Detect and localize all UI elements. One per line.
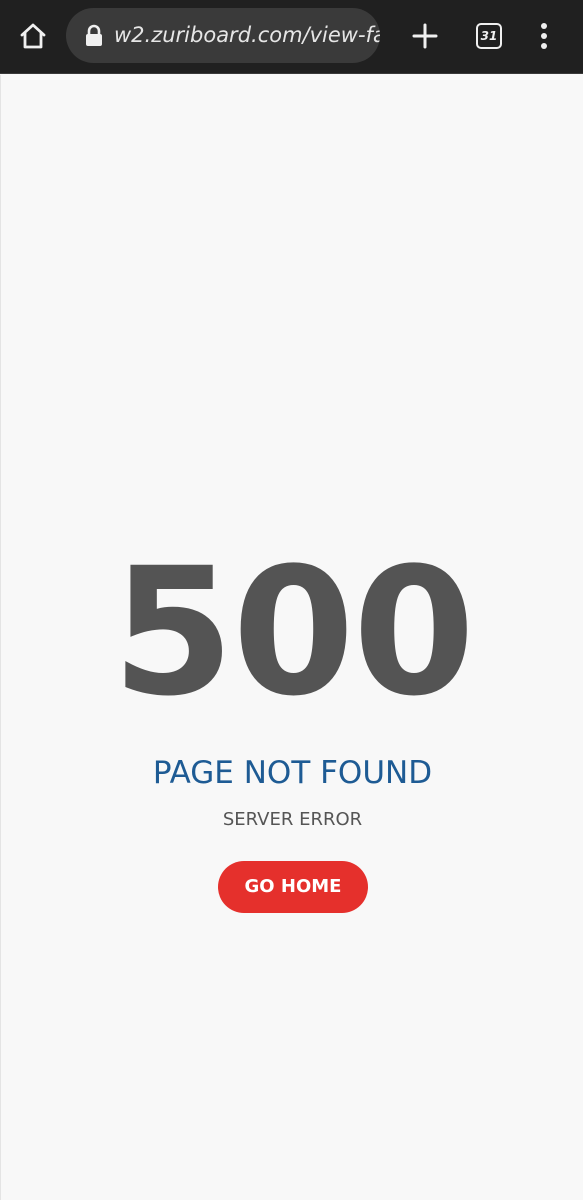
plus-icon bbox=[412, 23, 438, 49]
page-content: 500 PAGE NOT FOUND SERVER ERROR GO HOME bbox=[0, 75, 583, 1200]
error-code: 500 bbox=[111, 530, 475, 735]
tab-switcher-icon: 31 bbox=[476, 23, 502, 49]
address-bar[interactable]: w2.zuriboard.com/view-faq bbox=[66, 8, 380, 63]
page-subtitle: SERVER ERROR bbox=[222, 809, 363, 830]
new-tab-button[interactable] bbox=[402, 12, 448, 60]
tab-count: 31 bbox=[480, 29, 498, 43]
browser-toolbar: w2.zuriboard.com/view-faq 31 bbox=[0, 0, 583, 74]
more-vert-icon bbox=[541, 23, 547, 49]
lock-icon bbox=[86, 24, 102, 46]
tab-switcher-button[interactable]: 31 bbox=[466, 12, 512, 60]
home-button[interactable] bbox=[10, 12, 56, 60]
home-icon bbox=[20, 23, 46, 49]
page-title: PAGE NOT FOUND bbox=[152, 755, 433, 791]
go-home-button[interactable]: GO HOME bbox=[218, 861, 368, 913]
menu-button[interactable] bbox=[522, 12, 566, 60]
url-text: w2.zuriboard.com/view-faq bbox=[114, 23, 380, 47]
